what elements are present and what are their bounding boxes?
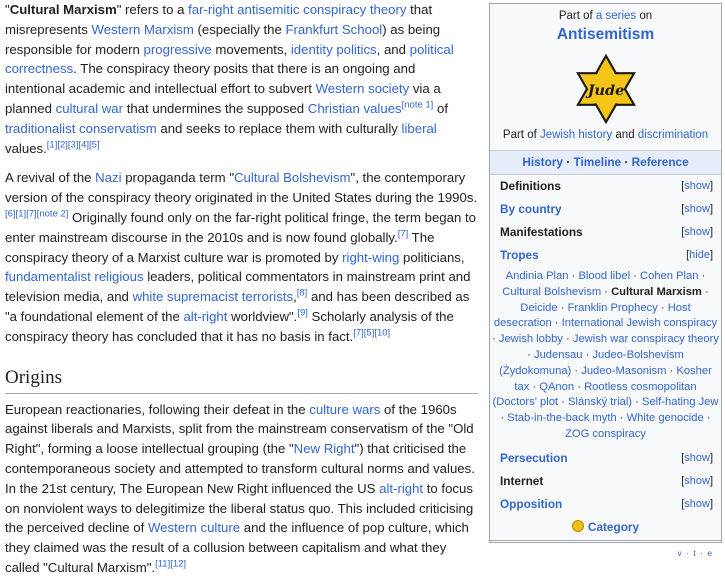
sidebar-header: Part of a series on Antisemitism Jude Pa… (490, 4, 721, 144)
show-toggle[interactable]: [show] (681, 224, 713, 241)
section-opposition[interactable]: Opposition [show] (490, 493, 721, 516)
trope-item[interactable]: Franklin Prophecy (568, 302, 658, 314)
nav-reference[interactable]: Reference (632, 155, 689, 169)
link-progressive[interactable]: progressive (144, 42, 212, 57)
show-toggle[interactable]: [show] (681, 496, 713, 513)
hide-toggle[interactable]: [hide] (686, 247, 713, 264)
tropes-list: Andinia Plan · Blood libel · Cohen Plan … (492, 270, 719, 440)
link-identity-politics[interactable]: identity politics (291, 42, 377, 57)
trope-item[interactable]: Stab-in-the-back myth (507, 412, 616, 424)
ref-citations[interactable]: [1][2][3][4][5] (47, 139, 100, 150)
show-toggle[interactable]: [show] (681, 473, 713, 490)
show-toggle[interactable]: [show] (681, 450, 713, 467)
link-nazi[interactable]: Nazi (95, 170, 121, 185)
trope-item[interactable]: Judensau (534, 349, 583, 361)
lead-paragraph: "Cultural Marxism" refers to a far-right… (5, 2, 454, 156)
sidebar-nav: History · Timeline · Reference (490, 150, 721, 175)
ref-note-1[interactable]: [note 1] (402, 100, 434, 111)
trope-item[interactable]: Cultural Bolshevism (502, 286, 601, 298)
trope-item[interactable]: Cohen Plan (640, 270, 698, 282)
link-a-series[interactable]: a series (596, 10, 636, 22)
link-right-wing[interactable]: right-wing (342, 250, 399, 265)
show-toggle[interactable]: [show] (681, 201, 713, 218)
section-label[interactable]: Tropes (500, 247, 539, 264)
vte-links[interactable]: v · t · e (490, 541, 721, 562)
link-liberal[interactable]: liberal (402, 121, 437, 136)
link-alt-right[interactable]: alt-right (183, 309, 227, 324)
section-heading-origins: Origins (5, 365, 478, 394)
trope-item: Cultural Marxism (611, 285, 702, 298)
origins-paragraph: European reactionaries, following their … (5, 401, 475, 575)
second-paragraph: A revival of the Nazi propaganda term "C… (5, 170, 478, 344)
link-cultural-bolshevism[interactable]: Cultural Bolshevism (234, 170, 351, 185)
section-label[interactable]: By country (500, 201, 562, 218)
ref-citations[interactable]: [6][1][7][note 2] (5, 209, 68, 220)
link-western-marxism[interactable]: Western Marxism (91, 22, 193, 37)
section-label[interactable]: Opposition (500, 496, 562, 513)
link-fundamentalist-religious[interactable]: fundamentalist religious (5, 269, 144, 284)
link-discrimination[interactable]: discrimination (638, 129, 708, 141)
category-icon (571, 519, 584, 532)
article-term: Cultural Marxism (9, 2, 117, 17)
section-label[interactable]: Persecution (500, 450, 568, 467)
yellow-star-badge-icon[interactable]: Jude (570, 53, 642, 125)
ref-citations[interactable]: [7][5][10] (353, 327, 390, 338)
trope-item[interactable]: Blood libel (578, 270, 630, 282)
section-label: Internet (500, 473, 544, 488)
link-conspiracy-theory[interactable]: far-right antisemitic conspiracy theory (188, 2, 406, 17)
section-internet[interactable]: Internet [show] (490, 470, 721, 493)
trope-item[interactable]: Jewish lobby (499, 333, 563, 345)
link-cultural-war[interactable]: cultural war (56, 101, 123, 116)
link-traditionalist-conservatism[interactable]: traditionalist conservatism (5, 121, 157, 136)
section-persecution[interactable]: Persecution [show] (490, 447, 721, 470)
link-frankfurt-school[interactable]: Frankfurt School (285, 22, 382, 37)
sidebar-title[interactable]: Antisemitism (490, 26, 721, 43)
trope-item[interactable]: International Jewish conspiracy (562, 317, 717, 329)
link-christian-values[interactable]: Christian values (308, 101, 402, 116)
link-culture-wars[interactable]: culture wars (309, 402, 380, 417)
trope-item[interactable]: Slánský trial) (568, 396, 632, 408)
link-western-society[interactable]: Western society (316, 81, 410, 96)
ref-citations[interactable]: [9] (297, 308, 308, 319)
category-link[interactable]: Category (490, 519, 721, 536)
trope-item[interactable]: Andinia Plan (506, 270, 569, 282)
ref-citations[interactable]: [7] (398, 228, 409, 239)
ref-citations[interactable]: [8] (297, 288, 308, 299)
trope-item[interactable]: Jewish war conspiracy theory (573, 333, 719, 345)
show-toggle[interactable]: [show] (681, 178, 713, 195)
nav-history[interactable]: History (522, 155, 563, 169)
nav-timeline[interactable]: Timeline (573, 155, 621, 169)
section-manifestations[interactable]: Manifestations [show] (490, 221, 721, 244)
section-tropes[interactable]: Tropes [hide] (490, 244, 721, 267)
article-body: "Cultural Marxism" refers to a far-right… (5, 0, 478, 588)
link-western-culture[interactable]: Western culture (148, 520, 240, 535)
section-label: Definitions (500, 179, 561, 193)
link-jewish-history[interactable]: Jewish history (540, 129, 612, 141)
trope-item[interactable]: Deicide (520, 302, 557, 314)
link-new-right[interactable]: New Right (294, 441, 355, 456)
section-by-country[interactable]: By country [show] (490, 198, 721, 221)
trope-item[interactable]: Self-hating Jew (642, 396, 719, 408)
trope-item[interactable]: Judeo-Masonism (581, 365, 666, 377)
trope-item[interactable]: ZOG conspiracy (565, 428, 646, 440)
badge-text: Jude (584, 82, 624, 99)
section-label: Manifestations (500, 225, 583, 239)
link-white-supremacist-terrorists[interactable]: white supremacist terrorists (133, 289, 294, 304)
trope-item[interactable]: White genocide (627, 412, 704, 424)
series-sidebar: Part of a series on Antisemitism Jude Pa… (489, 3, 722, 558)
ref-citations[interactable]: [11][12] (155, 559, 186, 570)
link-alt-right[interactable]: alt-right (379, 481, 423, 496)
section-definitions[interactable]: Definitions [show] (490, 175, 721, 198)
trope-item[interactable]: QAnon (539, 381, 574, 393)
